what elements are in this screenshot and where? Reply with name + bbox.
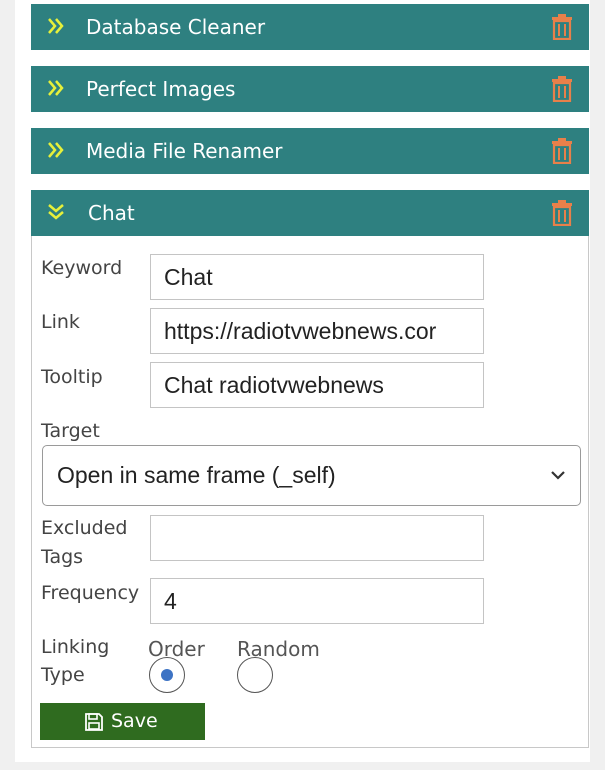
tooltip-label: Tooltip bbox=[41, 366, 103, 388]
frequency-input[interactable]: 4 bbox=[150, 578, 484, 624]
excluded-tags-input[interactable] bbox=[150, 515, 484, 561]
link-label: Link bbox=[41, 311, 80, 333]
target-label: Target bbox=[41, 420, 100, 442]
section-title: Database Cleaner bbox=[86, 15, 266, 39]
radio-order[interactable] bbox=[149, 657, 185, 693]
radio-selected-dot bbox=[161, 669, 173, 681]
linking-type-label-line2: Type bbox=[41, 664, 85, 686]
section-title: Media File Renamer bbox=[86, 139, 283, 163]
keyword-input[interactable]: Chat bbox=[150, 254, 484, 300]
save-label: Save bbox=[111, 710, 158, 732]
trash-icon[interactable] bbox=[551, 76, 573, 102]
radio-order-label: Order bbox=[148, 637, 205, 661]
link-input[interactable]: https://radiotvwebnews.cor bbox=[150, 308, 484, 354]
linking-type-label-line1: Linking bbox=[41, 636, 110, 658]
target-select[interactable]: Open in same frame (_self) bbox=[42, 445, 581, 506]
excluded-tags-label-line1: Excluded bbox=[41, 517, 128, 539]
section-header-perfect-images[interactable]: Perfect Images bbox=[31, 66, 589, 112]
chevron-down-icon bbox=[551, 471, 565, 480]
trash-icon[interactable] bbox=[551, 14, 573, 40]
keyword-label: Keyword bbox=[41, 257, 123, 279]
frequency-label: Frequency bbox=[41, 582, 140, 604]
save-button[interactable]: Save bbox=[40, 703, 205, 740]
section-header-chat[interactable]: Chat bbox=[31, 190, 589, 236]
trash-icon[interactable] bbox=[551, 200, 573, 226]
section-title: Perfect Images bbox=[86, 77, 236, 101]
chevron-double-right-icon bbox=[48, 18, 64, 34]
excluded-tags-label-line2: Tags bbox=[41, 546, 84, 568]
section-title: Chat bbox=[88, 201, 135, 225]
target-selected-value: Open in same frame (_self) bbox=[57, 462, 336, 488]
trash-icon[interactable] bbox=[551, 138, 573, 164]
section-header-media-file-renamer[interactable]: Media File Renamer bbox=[31, 128, 589, 174]
section-header-database-cleaner[interactable]: Database Cleaner bbox=[31, 4, 589, 50]
tooltip-input[interactable]: Chat radiotvwebnews bbox=[150, 362, 484, 408]
radio-random[interactable] bbox=[237, 657, 273, 693]
save-icon bbox=[85, 713, 103, 731]
chevron-double-right-icon bbox=[48, 142, 64, 158]
chevron-double-down-icon bbox=[48, 204, 64, 220]
chevron-double-right-icon bbox=[48, 80, 64, 96]
